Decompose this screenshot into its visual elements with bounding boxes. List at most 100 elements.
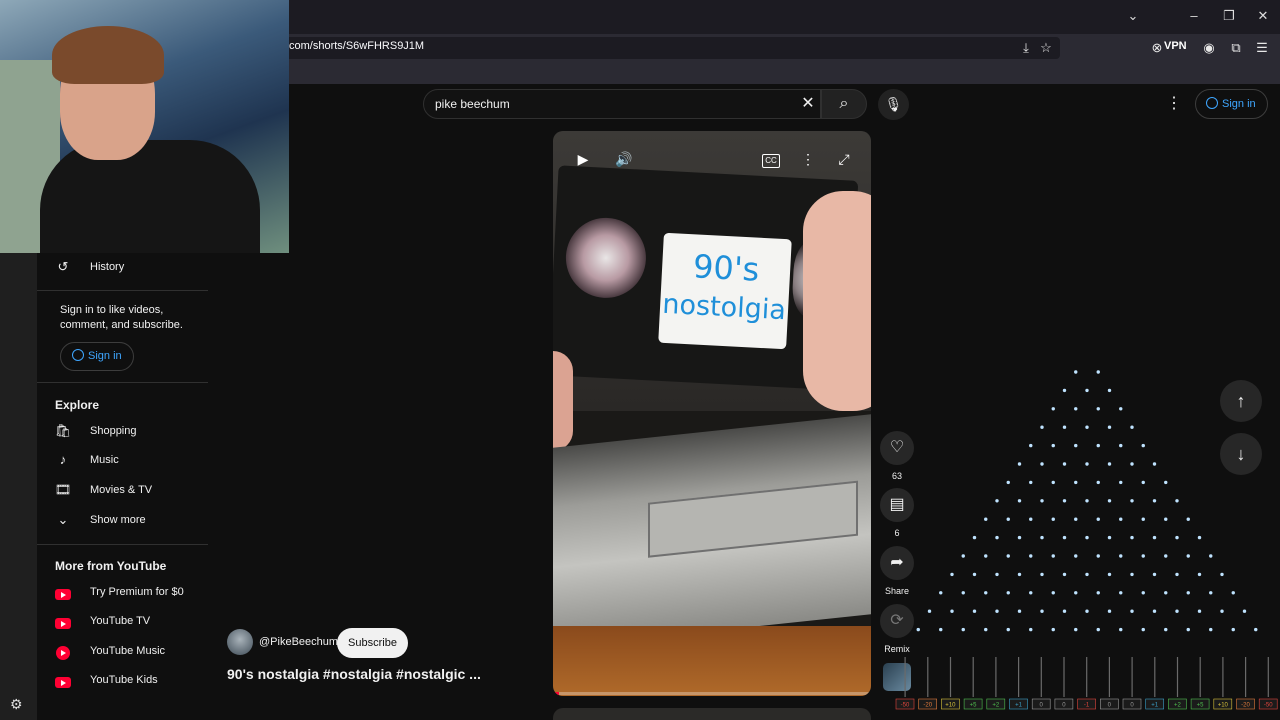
dot [1186,591,1190,595]
dot [1130,535,1134,540]
fullscreen-icon[interactable]: ⤢ [833,151,855,168]
dot [1040,425,1044,429]
dot [1209,591,1213,595]
audio-meter-strip: -50 -20 +10 +5 +2 +1 0 0 -1 0 0 +1 +2 +5 +10 -20 -50 [895,657,1278,710]
dot [1152,499,1157,503]
meter-line [927,657,929,697]
dot [1152,462,1157,466]
dot [1130,499,1134,503]
restore-icon[interactable]: ❐ [1220,8,1238,24]
next-video-peek[interactable] [553,708,871,720]
search-button[interactable]: ⌕ [821,89,867,119]
dot [1096,407,1100,411]
sidebar-item-label: YouTube Music [90,645,166,657]
close-icon[interactable]: ✕ [1254,8,1272,24]
dot [1085,388,1089,393]
dot [1017,535,1022,540]
bookmark-star-icon[interactable]: ☆ [1037,39,1055,57]
more-options-icon[interactable]: ⋮ [1166,94,1182,114]
header-signin-button[interactable]: Sign in [1195,89,1268,119]
volume-icon[interactable]: 🔊 [613,151,635,168]
avatar[interactable] [227,629,253,655]
chevron-down-icon: ⌄ [57,512,69,527]
header-signin-label: Sign in [1222,98,1256,110]
dot [1017,609,1022,613]
person-hair [52,26,164,84]
sidebar-signin-label: Sign in [88,350,122,362]
meter-label: -20 [923,703,932,709]
captions-icon[interactable]: CC [762,154,780,168]
more-options-icon[interactable]: ⋮ [797,151,819,168]
extensions-icon[interactable]: ⧉ [1227,39,1245,57]
more-from-youtube-heading: More from YouTube [55,559,167,573]
dot [1006,554,1010,558]
play-icon[interactable]: ▶ [572,151,594,168]
search-input[interactable]: pike beechum [435,97,510,111]
dot [1040,609,1044,613]
meter-line [995,657,997,697]
dot [1051,407,1055,411]
channel-name[interactable]: @PikeBeechum [259,636,338,648]
dot [1152,609,1157,613]
dot [972,609,977,613]
dot [1175,499,1179,503]
dot [1062,425,1067,429]
dot [1062,462,1067,466]
meter-label: -50 [1264,703,1273,709]
vpn-label[interactable]: VPN [1164,40,1187,52]
dot [1220,609,1224,613]
dot [1096,591,1100,595]
youtube-kids-icon [54,672,72,688]
dot [961,627,965,632]
youtube-tv-icon [54,613,72,629]
video-title[interactable]: 90's nostalgia #nostalgia #nostalgic ... [227,666,481,682]
dot [1107,388,1112,393]
dot [1029,480,1033,485]
meter-line [904,657,906,697]
dot [1254,627,1258,632]
subscribe-button[interactable]: Subscribe [337,628,408,658]
tape-reel [563,215,648,300]
dot [1141,443,1145,448]
dot [1074,480,1078,485]
dot [1074,443,1078,448]
sidebar-signin-button[interactable]: Sign in [60,342,134,371]
meter-line [1018,657,1020,697]
explore-heading: Explore [55,398,100,412]
dot [1051,554,1055,558]
history-icon: ↺ [57,259,69,274]
menu-icon[interactable]: ☰ [1253,39,1271,57]
video-progress-bar[interactable] [553,692,871,695]
dot [1186,517,1190,521]
meter-line [1176,657,1179,697]
dot [950,609,954,613]
video-progress-fill [553,692,560,695]
dot [1006,627,1010,632]
dot [1119,443,1123,448]
voice-search-button[interactable]: 🎙 [878,89,909,120]
minimize-icon[interactable]: – [1185,8,1203,23]
dot [1062,499,1067,503]
vcr-slot [648,480,858,558]
download-page-icon[interactable]: ⤓ [1017,39,1035,57]
meter-line [1108,657,1110,697]
meter-label: -50 [901,703,910,709]
meter-label: +1 [1151,703,1159,709]
dot [1119,591,1123,595]
search-icon: ⌕ [839,95,849,112]
sidebar-item-label: YouTube TV [90,615,151,627]
dot [1051,591,1055,595]
clear-search-icon[interactable]: ✕ [798,94,818,114]
shorts-video-player[interactable]: 90's nostolgia ▶ 🔊 CC ⋮ ⤢ [553,131,871,696]
gear-icon[interactable]: ⚙ [10,696,23,713]
dot [1175,535,1179,540]
chevron-down-icon[interactable]: ⌄ [1124,8,1142,24]
webcam-overlay [0,0,289,253]
youtube-music-icon [54,643,72,660]
account-icon[interactable]: ◉ [1200,39,1218,57]
dot [1164,554,1168,558]
dot [1074,554,1078,558]
tape-label: 90's nostolgia [658,232,792,350]
url-text[interactable]: com/shorts/S6wFHRS9J1M [289,40,424,52]
sidebar-item-label: Show more [90,514,146,526]
